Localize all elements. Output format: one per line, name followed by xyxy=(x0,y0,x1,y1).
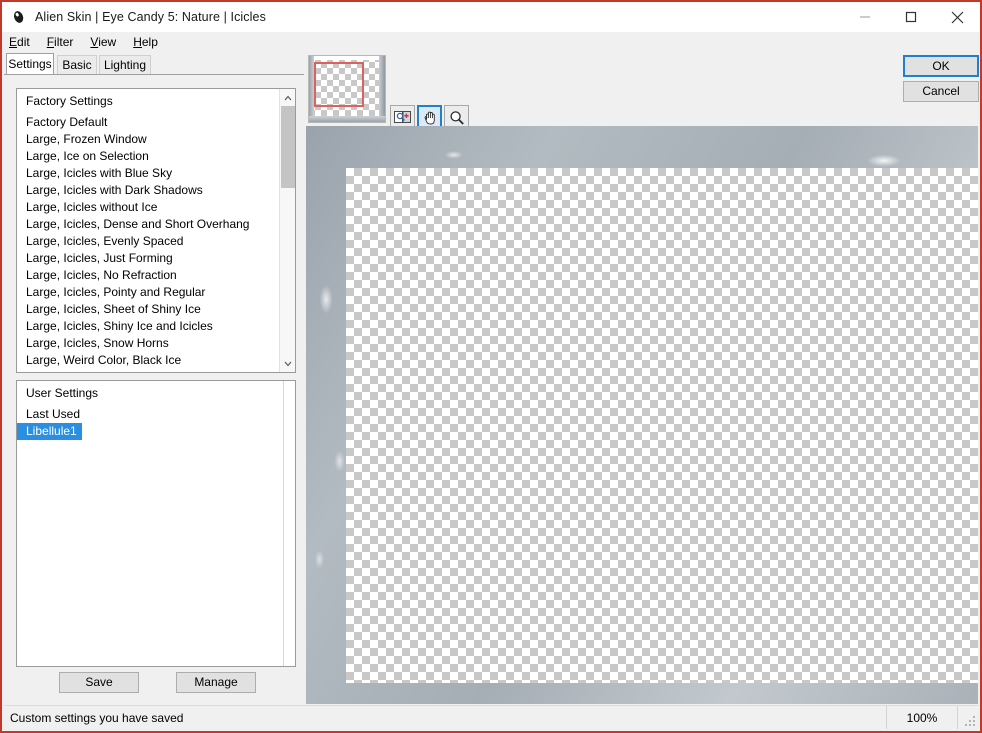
menu-item-filter[interactable]: Filter xyxy=(47,32,74,52)
close-icon[interactable] xyxy=(934,2,980,32)
maximize-icon[interactable] xyxy=(888,2,934,32)
settings-panel: Factory Settings Factory Default Large, … xyxy=(4,74,304,711)
tab-strip: Settings Basic Lighting xyxy=(2,53,302,75)
list-item[interactable]: Large, Icicles, Pointy and Regular xyxy=(17,284,279,301)
menu-item-edit-label: dit xyxy=(17,35,30,49)
zoom-level: 100% xyxy=(906,710,938,725)
tab-lighting[interactable]: Lighting xyxy=(99,55,151,75)
window-controls xyxy=(842,2,980,32)
menu-item-view[interactable]: View xyxy=(90,32,116,52)
navigator-edge-right xyxy=(379,56,385,122)
list-item[interactable]: Large, Icicles, Snow Horns xyxy=(17,335,279,352)
tab-basic[interactable]: Basic xyxy=(57,55,97,75)
minimize-icon[interactable] xyxy=(842,2,888,32)
menu-item-view-label: iew xyxy=(98,35,117,49)
user-settings-list-items: User Settings Last Used Libellule1 xyxy=(17,381,283,666)
alien-eye-icon xyxy=(11,9,27,25)
status-bar: Custom settings you have saved 100% xyxy=(4,705,978,729)
list-item[interactable]: Large, Icicles, Shiny Ice and Icicles xyxy=(17,318,279,335)
list-item[interactable]: Large, Weird Color, Black Ice xyxy=(17,352,279,369)
factory-list-scrollbar[interactable] xyxy=(279,89,295,372)
preview-panel xyxy=(304,53,978,706)
menu-item-help[interactable]: Help xyxy=(133,32,158,52)
list-item[interactable]: Last Used xyxy=(17,406,283,423)
list-item[interactable]: Large, Icicles, Just Forming xyxy=(17,250,279,267)
menu-bar: Edit Filter View Help xyxy=(2,32,980,52)
list-item-selected-wrapper: Libellule1 xyxy=(17,423,283,440)
menu-item-help-label: elp xyxy=(141,35,158,49)
window-title: Alien Skin | Eye Candy 5: Nature | Icicl… xyxy=(35,10,266,24)
list-item[interactable]: Large, Icicles with Dark Shadows xyxy=(17,182,279,199)
navigator-viewport-rect[interactable] xyxy=(314,62,364,107)
preview-transparency-checker xyxy=(346,168,978,683)
list-item[interactable]: Large, Ice on Selection xyxy=(17,148,279,165)
resize-grip-icon[interactable] xyxy=(958,706,978,729)
list-item[interactable]: Large, Icicles, Dense and Short Overhang xyxy=(17,216,279,233)
user-settings-header: User Settings xyxy=(26,386,99,400)
title-bar: Alien Skin | Eye Candy 5: Nature | Icicl… xyxy=(2,2,980,32)
navigator-edge-bottom xyxy=(309,116,385,122)
application-window: Alien Skin | Eye Candy 5: Nature | Icicl… xyxy=(0,0,982,733)
cancel-button[interactable]: Cancel xyxy=(903,81,979,102)
factory-settings-list[interactable]: Factory Settings Factory Default Large, … xyxy=(16,88,296,373)
factory-settings-header: Factory Settings xyxy=(26,94,113,108)
factory-settings-list-items: Factory Settings Factory Default Large, … xyxy=(17,89,279,372)
scrollbar-thumb[interactable] xyxy=(281,106,295,188)
chevron-up-icon[interactable] xyxy=(280,89,295,106)
user-list-scrollbar[interactable] xyxy=(283,381,295,666)
menu-item-edit[interactable]: Edit xyxy=(9,32,30,52)
list-item[interactable]: Large, Icicles without Ice xyxy=(17,199,279,216)
list-item[interactable]: Large, Icicles with Blue Sky xyxy=(17,165,279,182)
list-item[interactable]: Libellule1 xyxy=(17,423,82,440)
save-button[interactable]: Save xyxy=(59,672,139,693)
list-item[interactable]: Large, Icicles, Evenly Spaced xyxy=(17,233,279,250)
manage-button[interactable]: Manage xyxy=(176,672,256,693)
menu-item-filter-label: ilter xyxy=(54,35,74,49)
chevron-down-icon[interactable] xyxy=(280,355,295,372)
preview-canvas[interactable] xyxy=(306,126,978,704)
status-message: Custom settings you have saved xyxy=(10,710,184,725)
tab-settings[interactable]: Settings xyxy=(6,53,54,75)
user-settings-list[interactable]: User Settings Last Used Libellule1 xyxy=(16,380,296,667)
navigator-edge-top xyxy=(309,56,385,60)
ok-button[interactable]: OK xyxy=(903,55,979,77)
navigator-thumbnail[interactable] xyxy=(308,55,386,123)
list-item[interactable]: Large, Icicles, Sheet of Shiny Ice xyxy=(17,301,279,318)
list-item[interactable]: Large, Frozen Window xyxy=(17,131,279,148)
list-item[interactable]: Factory Default xyxy=(17,114,279,131)
list-item[interactable]: Large, Icicles, No Refraction xyxy=(17,267,279,284)
